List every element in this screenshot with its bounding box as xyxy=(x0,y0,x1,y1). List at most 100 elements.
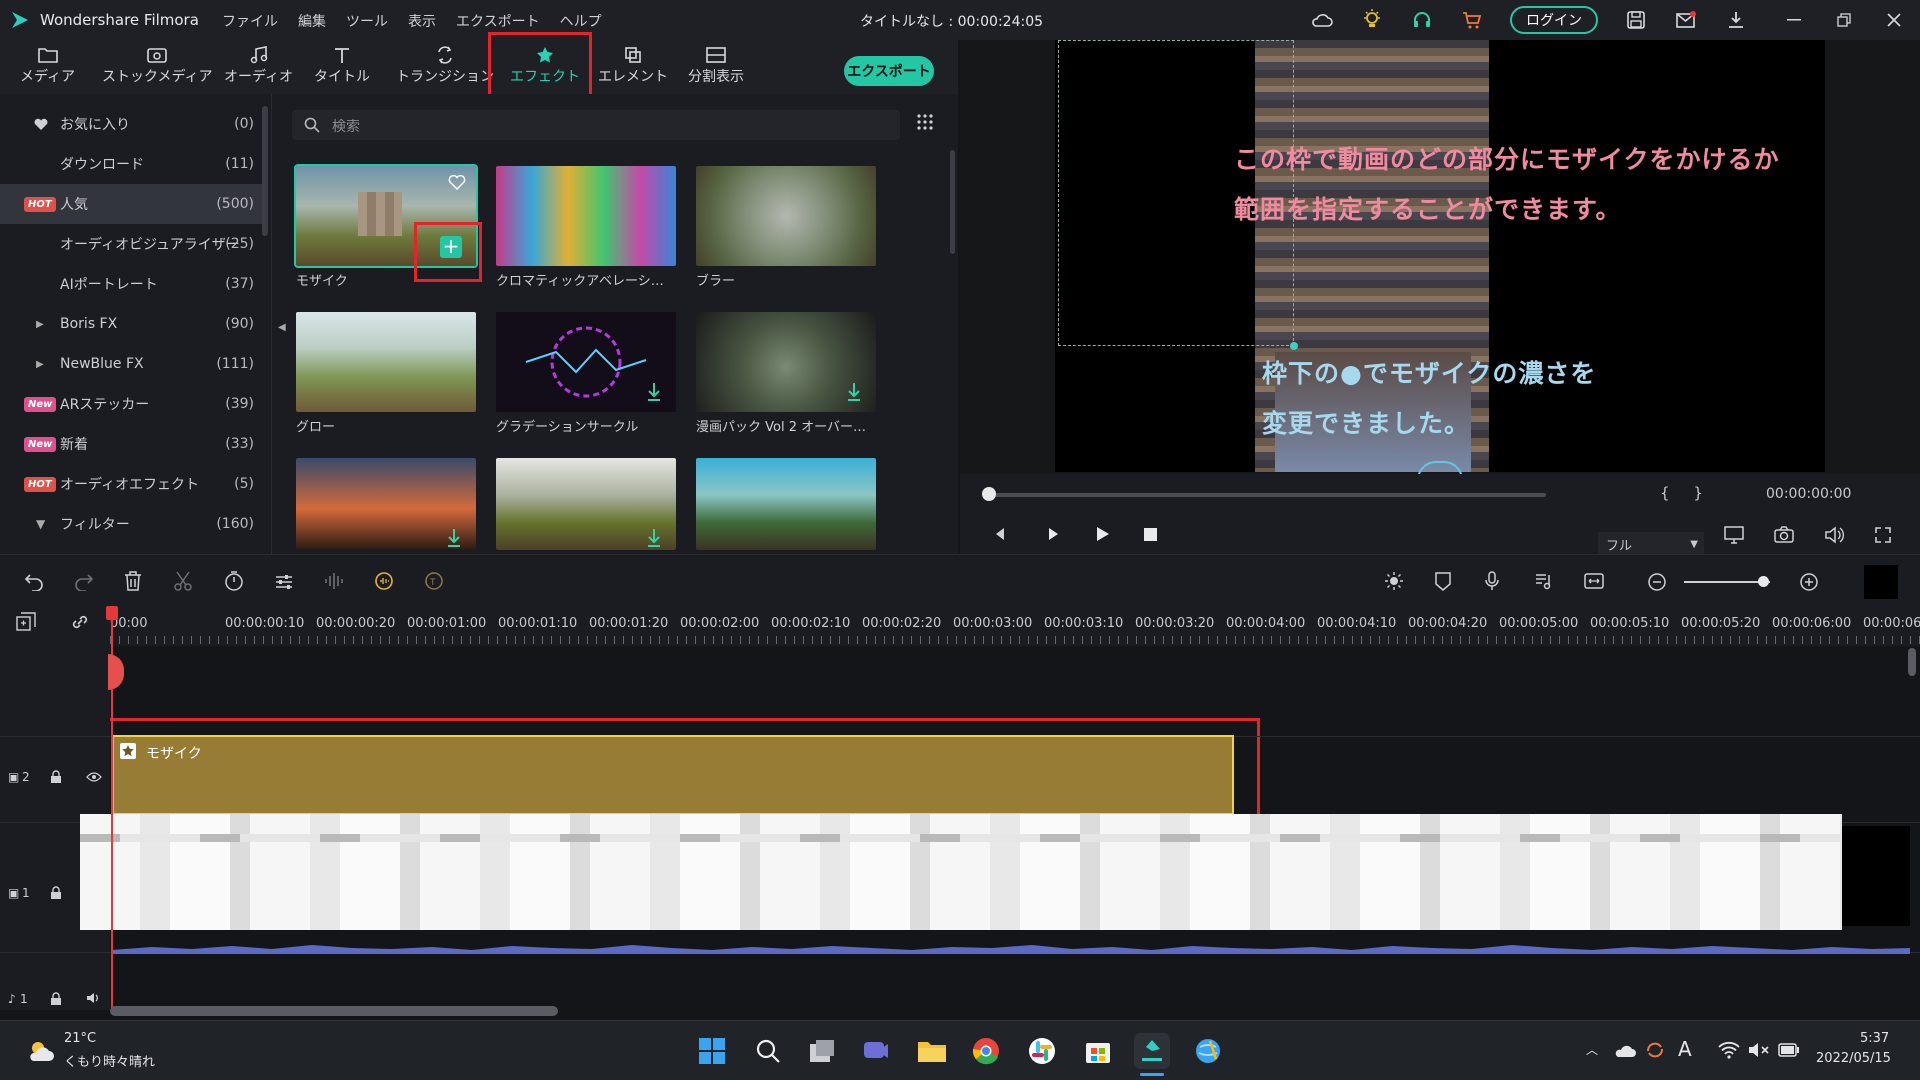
close-icon[interactable] xyxy=(1882,8,1906,32)
muted-speaker-icon[interactable] xyxy=(1748,1041,1770,1059)
globe-app-icon[interactable] xyxy=(1190,1033,1226,1069)
collapse-arrow-icon[interactable]: ▼ xyxy=(36,517,45,531)
effect-thumb-manga-pack[interactable] xyxy=(696,312,876,412)
category-filters[interactable]: ▼ フィルター (160) xyxy=(0,504,262,544)
speaker-icon[interactable] xyxy=(86,992,100,1004)
slack-icon[interactable] xyxy=(1024,1033,1060,1069)
teams-chat-icon[interactable] xyxy=(858,1033,894,1069)
category-new[interactable]: New 新着 (33) xyxy=(0,424,262,464)
file-explorer-icon[interactable] xyxy=(914,1033,950,1069)
favorite-heart-icon[interactable] xyxy=(448,174,466,190)
category-newblue-fx[interactable]: ▶ NewBlue FX (111) xyxy=(0,344,262,384)
effect-thumb-blur[interactable] xyxy=(696,166,876,266)
category-audio-visualizer[interactable]: オーディオビジュアライザー (25) xyxy=(0,224,262,264)
quality-select[interactable]: フル ▼ xyxy=(1598,532,1704,556)
category-ai-portrait[interactable]: AIポートレート (37) xyxy=(0,264,262,304)
filmora-taskbar-icon[interactable] xyxy=(1134,1033,1170,1069)
effect-scrollbar[interactable] xyxy=(950,150,955,254)
zoom-out-icon[interactable] xyxy=(1648,573,1666,591)
collapse-panel-icon[interactable]: ◀ xyxy=(278,322,286,333)
ai-audio-icon[interactable] xyxy=(374,571,394,591)
lock-icon[interactable] xyxy=(50,770,62,784)
add-track-icon[interactable] xyxy=(16,612,38,634)
step-back-icon[interactable] xyxy=(990,526,1006,542)
export-button[interactable]: エクスポート xyxy=(844,56,934,86)
windows-start-icon[interactable] xyxy=(694,1033,730,1069)
download-arrow-icon[interactable] xyxy=(646,382,662,402)
onedrive-cloud-icon[interactable] xyxy=(1614,1043,1636,1059)
category-audio-effects[interactable]: HOT オーディオエフェクト (5) xyxy=(0,464,262,504)
play-frame-icon[interactable] xyxy=(1044,526,1060,542)
redo-icon[interactable] xyxy=(74,573,94,591)
marker-shield-icon[interactable] xyxy=(1434,571,1452,591)
ime-mode-icon[interactable]: A xyxy=(1678,1037,1692,1061)
tab-stock-media[interactable]: ストックメディア xyxy=(102,40,212,94)
lightbulb-icon[interactable] xyxy=(1360,8,1384,32)
voiceover-list-icon[interactable] xyxy=(1534,571,1554,591)
frame-resize-handle[interactable] xyxy=(1290,342,1298,350)
adjust-sliders-icon[interactable] xyxy=(274,573,294,591)
sync-status-icon[interactable] xyxy=(1644,1039,1666,1061)
timeline-vertical-scrollbar[interactable] xyxy=(1908,648,1916,676)
visibility-eye-icon[interactable] xyxy=(86,772,102,782)
tab-media[interactable]: メディア xyxy=(20,40,75,94)
add-effect-plus-icon[interactable]: + xyxy=(440,236,462,258)
download-arrow-icon[interactable] xyxy=(446,528,462,548)
tab-title[interactable]: タイトル xyxy=(314,40,370,94)
chrome-icon[interactable] xyxy=(968,1033,1004,1069)
restore-icon[interactable] xyxy=(1832,8,1856,32)
microsoft-store-icon[interactable] xyxy=(1080,1033,1116,1069)
preview-scrubber[interactable] xyxy=(986,493,1546,497)
zoom-in-icon[interactable] xyxy=(1800,573,1818,591)
render-preview-icon[interactable] xyxy=(1384,571,1404,591)
tab-effects[interactable]: エフェクト xyxy=(510,40,580,94)
lock-icon[interactable] xyxy=(50,992,62,1006)
lock-icon[interactable] xyxy=(50,886,62,900)
in-out-brackets[interactable]: { } xyxy=(1660,484,1703,502)
zoom-slider-knob[interactable] xyxy=(1758,576,1769,587)
mail-icon[interactable] xyxy=(1674,8,1698,32)
snapshot-camera-icon[interactable] xyxy=(1774,526,1794,544)
effect-thumb-chromatic[interactable] xyxy=(496,166,676,266)
volume-icon[interactable] xyxy=(1824,526,1844,544)
category-favorites[interactable]: お気に入り (0) xyxy=(0,104,262,144)
category-downloads[interactable]: ダウンロード (11) xyxy=(0,144,262,184)
time-ruler[interactable]: 00:00 00:00:00:10 00:00:00:20 00:00:01:00 00… xyxy=(110,610,1920,646)
undo-icon[interactable] xyxy=(24,573,44,591)
effect-thumb-gradient-circle[interactable] xyxy=(496,312,676,412)
speed-timer-icon[interactable] xyxy=(224,571,244,591)
login-button[interactable]: ログイン xyxy=(1510,6,1598,34)
category-ar-sticker[interactable]: New ARステッカー (39) xyxy=(0,384,262,424)
minimize-icon[interactable] xyxy=(1782,8,1806,32)
search-taskbar-icon[interactable] xyxy=(750,1033,786,1069)
cloud-icon[interactable] xyxy=(1310,8,1334,32)
fit-timeline-icon[interactable] xyxy=(1584,571,1604,591)
category-boris-fx[interactable]: ▶ Boris FX (90) xyxy=(0,304,262,344)
tab-split-screen[interactable]: 分割表示 xyxy=(688,40,744,94)
delete-trash-icon[interactable] xyxy=(124,571,142,591)
video-clip[interactable] xyxy=(80,814,1842,930)
timeline-layout-icon[interactable] xyxy=(1864,565,1898,599)
menu-export[interactable]: エクスポート xyxy=(456,11,540,31)
tab-elements[interactable]: エレメント xyxy=(598,40,668,94)
menu-tools[interactable]: ツール xyxy=(346,11,388,31)
display-icon[interactable] xyxy=(1724,526,1744,544)
cart-icon[interactable] xyxy=(1460,8,1484,32)
link-icon[interactable] xyxy=(70,612,92,634)
audio-waveform-icon[interactable] xyxy=(324,571,344,591)
clock-date[interactable]: 2022/05/15 xyxy=(1816,1051,1891,1066)
download-icon[interactable] xyxy=(1724,8,1748,32)
download-arrow-icon[interactable] xyxy=(846,382,862,402)
category-popular[interactable]: HOT 人気 (500) xyxy=(0,184,262,224)
category-scrollbar[interactable] xyxy=(262,106,268,236)
menu-edit[interactable]: 編集 xyxy=(298,11,326,31)
clock-time[interactable]: 5:37 xyxy=(1860,1031,1889,1046)
search-input[interactable]: 検索 xyxy=(292,110,900,140)
wifi-icon[interactable] xyxy=(1718,1041,1740,1059)
effect-thumb-vineyard[interactable] xyxy=(496,458,676,550)
expand-arrow-icon[interactable]: ▶ xyxy=(36,319,44,330)
auto-sync-icon[interactable]: T xyxy=(424,571,444,591)
effect-thumb-mosaic[interactable]: + xyxy=(294,164,478,268)
effect-thumb-sparkle[interactable] xyxy=(296,458,476,550)
effect-clip-mosaic[interactable]: モザイク xyxy=(112,735,1234,815)
